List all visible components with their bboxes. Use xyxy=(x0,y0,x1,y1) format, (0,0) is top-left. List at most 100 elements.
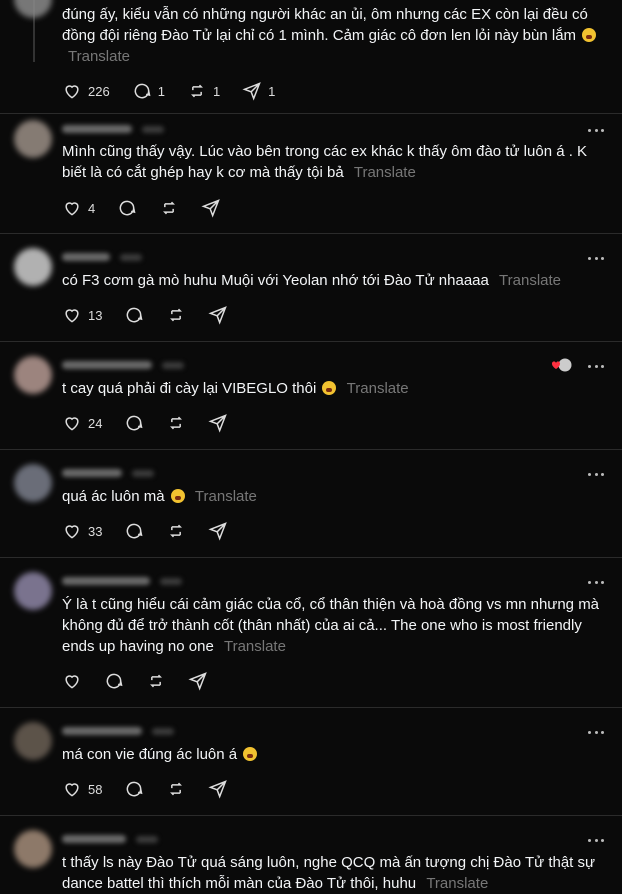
reply-count: 1 xyxy=(157,83,165,99)
comment-item: có F3 cơm gà mò huhu Muội với Yeolan nhớ… xyxy=(0,234,622,340)
translate-link[interactable]: Translate xyxy=(499,272,561,289)
translate-link[interactable]: Translate xyxy=(347,380,409,397)
repost-icon xyxy=(163,201,176,215)
send-icon xyxy=(208,780,228,799)
like-count: 226 xyxy=(88,83,110,99)
repost-button[interactable] xyxy=(146,671,166,691)
comment-item: t thấy ls này Đào Tử quá sáng luôn, nghe… xyxy=(0,816,622,894)
avatar[interactable] xyxy=(14,356,52,394)
like-button[interactable]: 33 xyxy=(62,521,102,541)
comment-icon xyxy=(106,673,123,689)
comment-icon xyxy=(127,781,143,797)
translate-link[interactable]: Translate xyxy=(354,164,416,181)
more-options-icon[interactable] xyxy=(588,470,604,478)
comment-feed: đúng ấy, kiểu vẫn có những người khác an… xyxy=(0,0,622,894)
heart-icon xyxy=(65,417,79,431)
comment-meta xyxy=(62,466,154,480)
avatar[interactable] xyxy=(14,464,52,502)
heart-icon xyxy=(65,309,79,323)
repost-icon xyxy=(170,416,183,430)
share-button[interactable] xyxy=(208,413,228,433)
reply-button[interactable] xyxy=(117,198,137,218)
translate-link[interactable]: Translate xyxy=(68,48,130,65)
like-count: 33 xyxy=(88,523,103,539)
avatar[interactable] xyxy=(14,572,52,610)
comment-item: Ý là t cũng hiểu cái cảm giác của cổ, cổ… xyxy=(0,558,622,706)
comment-text: Mình cũng thấy vậy. Lúc vào bên trong cá… xyxy=(62,143,588,181)
like-button[interactable]: 226 xyxy=(62,81,110,101)
comment-icon xyxy=(127,415,143,431)
more-options-icon[interactable] xyxy=(588,728,604,736)
avatar[interactable] xyxy=(14,0,52,18)
reply-button[interactable] xyxy=(124,305,144,325)
repost-button[interactable] xyxy=(166,305,186,325)
comment-text: Ý là t cũng hiểu cái cảm giác của cổ, cổ… xyxy=(62,596,600,655)
repost-button[interactable] xyxy=(166,779,186,799)
like-count: 4 xyxy=(88,200,96,216)
share-button[interactable]: 1 xyxy=(242,81,275,101)
action-bar xyxy=(62,670,230,692)
repost-icon xyxy=(150,674,162,688)
like-button[interactable]: 13 xyxy=(62,305,102,325)
comment-meta xyxy=(62,358,184,372)
crying-emoji-icon xyxy=(582,28,597,42)
translate-link[interactable]: Translate xyxy=(195,488,257,505)
heart-icon xyxy=(65,525,79,539)
like-button[interactable]: 58 xyxy=(62,779,102,799)
reply-button[interactable] xyxy=(124,413,144,433)
reply-button[interactable] xyxy=(124,779,144,799)
comment-icon xyxy=(127,523,143,539)
reply-button[interactable] xyxy=(104,671,124,691)
like-count: 13 xyxy=(88,307,103,323)
comment-meta xyxy=(62,122,164,136)
avatar[interactable] xyxy=(14,830,52,868)
action-bar: 33 xyxy=(62,520,250,542)
like-count: 24 xyxy=(88,415,103,431)
more-options-icon[interactable] xyxy=(588,362,604,370)
repost-icon xyxy=(170,524,183,538)
avatar[interactable] xyxy=(14,120,52,158)
heart-icon xyxy=(65,675,79,689)
comment-meta xyxy=(62,250,142,264)
comment-meta xyxy=(62,724,174,738)
avatar[interactable] xyxy=(14,248,52,286)
share-button[interactable] xyxy=(208,305,228,325)
comment-meta xyxy=(62,832,158,846)
comment-meta xyxy=(62,574,182,588)
share-button[interactable] xyxy=(208,779,228,799)
repost-icon xyxy=(170,308,183,322)
comment-text: t cay quá phải đi cày lại VIBEGLO thôi T… xyxy=(62,380,409,397)
comment-item: Mình cũng thấy vậy. Lúc vào bên trong cá… xyxy=(0,114,622,232)
comment-item: quá ác luôn mà Translate 33 xyxy=(0,450,622,556)
comment-text: đúng ấy, kiểu vẫn có những người khác an… xyxy=(62,4,608,67)
crying-emoji-icon xyxy=(170,489,185,503)
repost-button[interactable]: 1 xyxy=(187,81,220,101)
like-count: 58 xyxy=(88,781,103,797)
like-button[interactable]: 24 xyxy=(62,413,102,433)
repost-count: 1 xyxy=(212,83,221,99)
comment-text: có F3 cơm gà mò huhu Muội với Yeolan nhớ… xyxy=(62,272,562,289)
reply-button[interactable]: 1 xyxy=(132,81,165,101)
avatar[interactable] xyxy=(14,722,52,760)
more-options-icon[interactable] xyxy=(588,126,604,134)
more-options-icon[interactable] xyxy=(588,836,604,844)
like-button[interactable]: 4 xyxy=(62,198,95,218)
like-button[interactable] xyxy=(62,671,82,691)
share-button[interactable] xyxy=(188,671,208,691)
comment-text: t thấy ls này Đào Tử quá sáng luôn, nghe… xyxy=(62,854,596,892)
more-options-icon[interactable] xyxy=(588,254,604,262)
repost-icon xyxy=(170,782,183,796)
repost-button[interactable] xyxy=(159,198,179,218)
repost-button[interactable] xyxy=(166,413,186,433)
repost-button[interactable] xyxy=(166,521,186,541)
reply-button[interactable] xyxy=(124,521,144,541)
liked-by-author-icon xyxy=(552,358,572,372)
comment-text: quá ác luôn mà Translate xyxy=(62,488,257,505)
share-count: 1 xyxy=(268,83,276,99)
translate-link[interactable]: Translate xyxy=(426,875,488,892)
share-button[interactable] xyxy=(201,198,221,218)
heart-icon xyxy=(65,85,79,99)
share-button[interactable] xyxy=(208,521,228,541)
translate-link[interactable]: Translate xyxy=(224,638,286,655)
more-options-icon[interactable] xyxy=(588,578,604,586)
